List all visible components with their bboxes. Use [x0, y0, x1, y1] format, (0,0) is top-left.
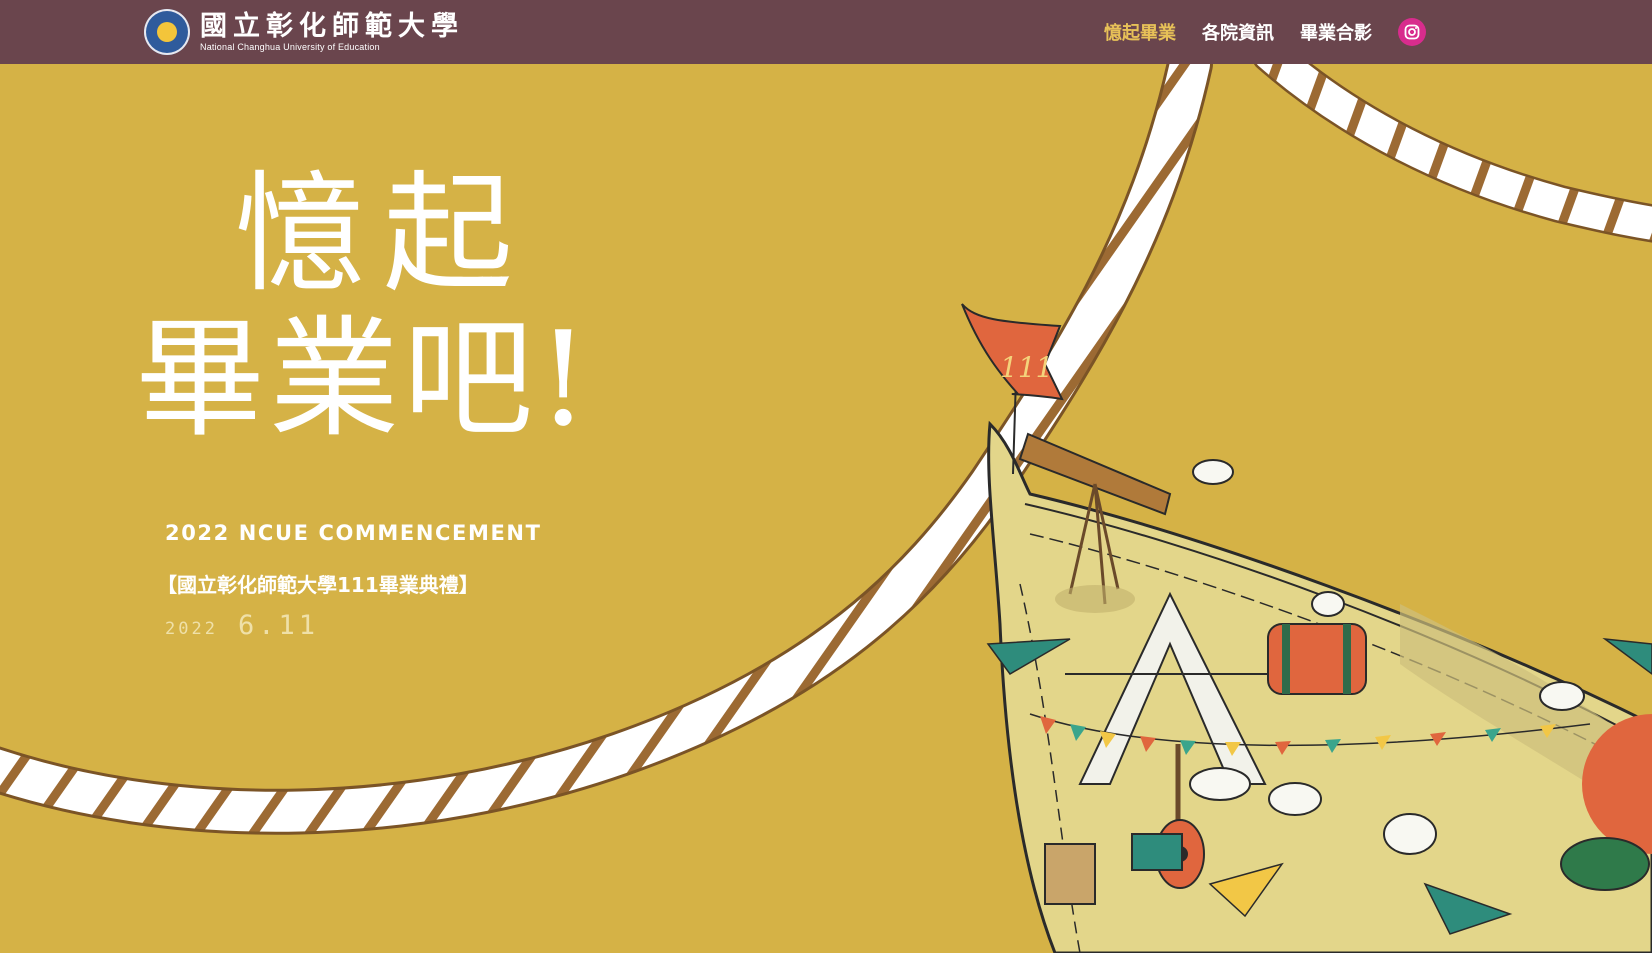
turtle	[1560, 837, 1650, 891]
hero-banner: 111 憶起 畢業吧! 2022 NCUE COMMENCEMENT 【國立彰化…	[0, 64, 1652, 953]
main-nav: 憶起畢業 各院資訊 畢業合影	[1104, 0, 1426, 64]
flag-number: 111	[1000, 351, 1053, 384]
logo-chinese-name: 國立彰化師範大學	[200, 11, 464, 42]
logo-english-name: National Changhua University of Educatio…	[200, 42, 380, 52]
university-seal-icon	[144, 9, 190, 55]
nav-item-colleges[interactable]: 各院資訊	[1202, 19, 1274, 45]
event-info: 2022 NCUE COMMENCEMENT 【國立彰化師範大學111畢業典禮】…	[157, 521, 542, 641]
hero-headline: 憶起 畢業吧!	[135, 164, 695, 454]
nav-item-group-photos[interactable]: 畢業合影	[1300, 19, 1372, 45]
headline-line-2: 畢業吧!	[135, 303, 594, 455]
nav-item-memories[interactable]: 憶起畢業	[1104, 19, 1176, 45]
instagram-icon[interactable]	[1398, 18, 1426, 46]
date-day: 6.11	[237, 610, 319, 641]
date-year: 2022	[165, 619, 218, 639]
top-navbar: 國立彰化師範大學 National Changhua University of…	[0, 0, 1652, 64]
university-logo[interactable]: 國立彰化師範大學 National Changhua University of…	[144, 8, 464, 56]
event-date: 2022 6.11	[165, 610, 542, 641]
logo-text: 國立彰化師範大學 National Changhua University of…	[200, 11, 464, 53]
subtitle-english: 2022 NCUE COMMENCEMENT	[165, 521, 542, 545]
subtitle-chinese: 【國立彰化師範大學111畢業典禮】	[157, 573, 479, 597]
headline-line-1: 憶起	[235, 158, 532, 310]
